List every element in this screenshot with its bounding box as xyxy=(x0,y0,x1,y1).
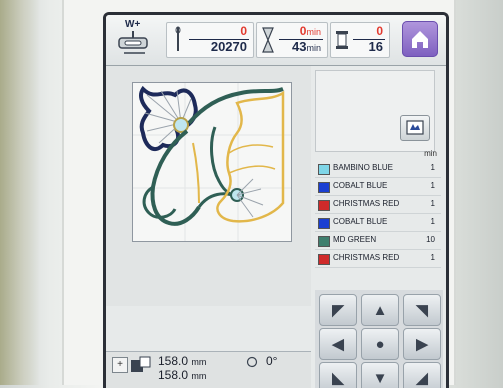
color-counter: 0 16 xyxy=(330,22,390,58)
rotation-icon xyxy=(246,356,258,368)
add-button[interactable]: + xyxy=(112,357,128,373)
color-minutes: 1 xyxy=(430,199,435,208)
thread-color-list: min BAMBINO BLUE 1 COBALT BLUE 1 CHRISTM… xyxy=(315,149,443,289)
hourglass-icon xyxy=(262,27,274,53)
background-left xyxy=(0,0,40,385)
list-item[interactable]: BAMBINO BLUE 1 xyxy=(315,159,441,178)
size-icon xyxy=(131,356,151,372)
color-swatch xyxy=(318,236,330,247)
home-button[interactable] xyxy=(402,21,438,57)
presser-foot-label: W+ xyxy=(125,19,141,30)
color-name: BAMBINO BLUE xyxy=(333,163,394,172)
height-value: 158.0 xyxy=(158,368,189,382)
color-swatch xyxy=(318,200,330,211)
thread-spool-icon xyxy=(336,31,348,49)
time-total: 43 xyxy=(292,39,307,54)
color-name: COBALT BLUE xyxy=(333,181,388,190)
time-unit-top: min xyxy=(306,27,321,37)
width-value: 158.0 xyxy=(158,354,189,368)
color-minutes: 1 xyxy=(430,163,435,172)
list-item[interactable]: CHRISTMAS RED 1 xyxy=(315,195,441,214)
time-current-wrap: 0min xyxy=(300,24,321,38)
color-name: MD GREEN xyxy=(333,235,377,244)
embroidery-preview[interactable] xyxy=(132,82,292,242)
color-minutes: 1 xyxy=(430,217,435,226)
move-arrow-pad: ◤ ▲ ◥ ◀ ● ▶ ◣ ▼ ◢ xyxy=(315,290,443,388)
move-up-button[interactable]: ▲ xyxy=(361,294,399,326)
move-down-button[interactable]: ▼ xyxy=(361,362,399,388)
center-button[interactable]: ● xyxy=(361,328,399,360)
move-left-button[interactable]: ◀ xyxy=(319,328,357,360)
size-info-bar: + 158.0 mm 158.0 mm 0° xyxy=(106,351,311,388)
home-icon xyxy=(412,31,428,48)
width-unit: mm xyxy=(191,357,207,367)
color-name: COBALT BLUE xyxy=(333,217,388,226)
color-current: 0 xyxy=(376,24,383,38)
height-readout: 158.0 mm xyxy=(158,368,206,382)
magnify-view-icon xyxy=(406,120,424,135)
color-total: 16 xyxy=(368,39,383,54)
move-up-right-button[interactable]: ◥ xyxy=(403,294,441,326)
status-bar: W+ 0 20270 0min 43min 0 16 xyxy=(106,15,446,66)
move-down-left-button[interactable]: ◣ xyxy=(319,362,357,388)
color-name: CHRISTMAS RED xyxy=(333,253,400,262)
color-minutes: 1 xyxy=(430,181,435,190)
time-total-wrap: 43min xyxy=(292,39,321,54)
list-item[interactable]: COBALT BLUE 1 xyxy=(315,177,441,196)
rotation-value: 0° xyxy=(266,354,278,368)
list-item[interactable]: CHRISTMAS RED 1 xyxy=(315,249,441,268)
lcd-screen: W+ 0 20270 0min 43min 0 16 min BAMBINO B… xyxy=(103,12,449,388)
time-counter: 0min 43min xyxy=(256,22,328,58)
minutes-header: min xyxy=(424,149,437,158)
height-unit: mm xyxy=(191,371,207,381)
width-readout: 158.0 mm xyxy=(158,354,206,368)
move-right-button[interactable]: ▶ xyxy=(403,328,441,360)
list-item[interactable]: MD GREEN 10 xyxy=(315,231,441,250)
color-minutes: 1 xyxy=(430,253,435,262)
color-swatch xyxy=(318,218,330,229)
stitch-current: 0 xyxy=(240,24,247,38)
color-swatch xyxy=(318,182,330,193)
presser-foot-button[interactable]: W+ xyxy=(116,19,154,58)
embroidery-design xyxy=(133,83,291,241)
color-name: CHRISTMAS RED xyxy=(333,199,400,208)
list-item[interactable]: COBALT BLUE 1 xyxy=(315,213,441,232)
stitch-counter: 0 20270 xyxy=(166,22,254,58)
color-swatch xyxy=(318,164,330,175)
move-down-right-button[interactable]: ◢ xyxy=(403,362,441,388)
color-swatch xyxy=(318,254,330,265)
preview-view-button[interactable] xyxy=(400,115,430,141)
stitch-total: 20270 xyxy=(210,39,247,54)
move-up-left-button[interactable]: ◤ xyxy=(319,294,357,326)
needle-icon xyxy=(175,26,181,51)
time-unit-bottom: min xyxy=(306,43,321,53)
color-minutes: 10 xyxy=(426,235,435,244)
